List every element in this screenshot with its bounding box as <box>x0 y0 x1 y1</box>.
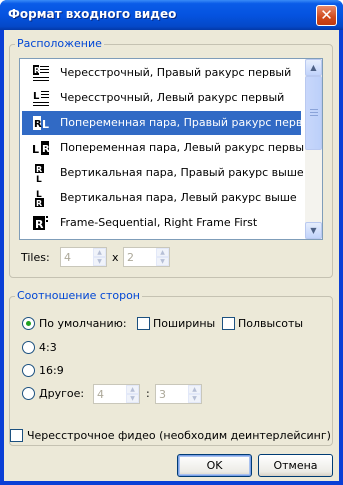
arrow-down-icon: ▼ <box>97 258 102 265</box>
list-item[interactable]: L R Вертикальная пара, Левый ракурс выше <box>22 186 301 210</box>
aspect-4-3-label[interactable]: 4:3 <box>39 341 57 354</box>
interlaced-label[interactable]: Чересстрочное фидео (необходим деинтерле… <box>27 429 331 442</box>
other-height-up-button[interactable]: ▲ <box>188 385 201 394</box>
aspect-other-radio[interactable] <box>22 387 35 400</box>
list-item-label: Вертикальная пара, Правый ракурс выше <box>60 166 304 179</box>
other-separator: : <box>146 387 150 400</box>
svg-text:L: L <box>32 143 39 156</box>
other-height-spinner[interactable]: 3 ▲ ▼ <box>155 384 202 404</box>
list-item-label: Вертикальная пара, Левый ракурс выше <box>60 191 297 204</box>
cancel-button[interactable]: Отмена <box>258 454 333 477</box>
list-item[interactable]: L R Попеременная пара, Левый ракурс первый <box>22 136 311 160</box>
ok-button[interactable]: OK <box>177 454 252 477</box>
half-width-checkbox[interactable] <box>137 317 150 330</box>
arrow-up-icon: ▲ <box>130 386 135 393</box>
svg-text:R: R <box>36 199 42 207</box>
title-bar[interactable]: Формат входного видео ✕ <box>0 0 343 30</box>
dialog-body: Расположение R Чересстрочный, Правый раку… <box>4 30 339 481</box>
window-title: Формат входного видео <box>8 7 177 21</box>
list-item-label: Чересстрочный, Правый ракурс первый <box>60 66 292 79</box>
other-width-value: 4 <box>97 388 104 401</box>
arrow-down-icon: ▼ <box>160 258 165 265</box>
other-width-up-button[interactable]: ▲ <box>126 385 139 394</box>
arrow-up-icon: ▲ <box>97 249 102 256</box>
alternating-left-icon: LR <box>32 139 50 157</box>
list-item-label: Попеременная пара, Левый ракурс первый <box>60 141 312 154</box>
close-icon: ✕ <box>320 6 333 24</box>
tiles-x-spinner[interactable]: 4 ▲ ▼ <box>60 247 107 267</box>
list-item-label: Frame-Sequential, Right Frame First <box>60 216 258 229</box>
tiles-y-value: 2 <box>127 251 134 264</box>
aspect-default-radio[interactable] <box>22 317 35 330</box>
other-height-value: 3 <box>159 388 166 401</box>
tiles-label: Tiles: <box>21 251 50 264</box>
svg-text:L: L <box>33 91 40 102</box>
other-width-spinner[interactable]: 4 ▲ ▼ <box>93 384 140 404</box>
frame-sequential-icon: R <box>32 214 50 232</box>
arrow-down-icon: ▼ <box>130 395 135 402</box>
aspect-default-label[interactable]: По умолчанию: <box>39 317 127 330</box>
arrow-up-icon: ▲ <box>160 249 165 256</box>
svg-text:R: R <box>34 119 42 130</box>
list-item[interactable]: R Frame-Sequential, Right Frame First <box>22 211 301 235</box>
cancel-button-label: Отмена <box>273 459 318 472</box>
scroll-down-icon: ▼ <box>310 226 317 235</box>
tiles-separator: x <box>112 251 119 264</box>
ok-button-label: OK <box>206 459 223 472</box>
half-width-label[interactable]: Поширины <box>153 317 215 330</box>
interlaced-left-icon: L <box>32 89 50 107</box>
scroll-up-icon: ▲ <box>310 63 317 72</box>
tiles-y-up-button[interactable]: ▲ <box>156 248 169 257</box>
dialog-window: Формат входного видео ✕ Расположение R Че… <box>0 0 343 485</box>
vertical-right-icon: RL <box>32 164 50 185</box>
scroll-down-button[interactable]: ▼ <box>305 222 322 239</box>
placement-legend: Расположение <box>15 37 104 50</box>
tiles-x-up-button[interactable]: ▲ <box>93 248 106 257</box>
list-item-label: Попеременная пара, Правый ракурс первый <box>60 116 319 129</box>
interlaced-right-icon: R <box>32 64 50 82</box>
list-item-label: Чересстрочный, Левый ракурс первый <box>60 91 285 104</box>
svg-text:L: L <box>36 175 42 182</box>
half-height-label[interactable]: Полвысоты <box>238 317 303 330</box>
svg-text:R: R <box>42 144 50 155</box>
svg-text:L: L <box>42 118 49 131</box>
list-scrollbar[interactable]: ▲ ▼ <box>305 59 322 239</box>
svg-text:R: R <box>36 165 42 174</box>
scroll-up-button[interactable]: ▲ <box>305 59 322 76</box>
aspect-16-9-radio[interactable] <box>22 364 35 377</box>
alternating-right-icon: RL <box>32 114 50 132</box>
close-button[interactable]: ✕ <box>316 5 337 26</box>
list-item[interactable]: R L Попеременная пара, Правый ракурс первы… <box>22 111 318 135</box>
aspect-legend: Соотношение сторон <box>15 289 142 302</box>
aspect-16-9-label[interactable]: 16:9 <box>39 364 64 377</box>
aspect-other-label[interactable]: Другое: <box>39 387 84 400</box>
other-width-down-button[interactable]: ▼ <box>126 394 139 403</box>
window-frame-bottom <box>0 481 343 485</box>
aspect-4-3-radio[interactable] <box>22 341 35 354</box>
placement-list[interactable]: R Чересстрочный, Правый ракурс первый L Чер… <box>19 58 323 240</box>
tiles-x-down-button[interactable]: ▼ <box>93 257 106 266</box>
interlaced-checkbox[interactable] <box>10 429 23 442</box>
tiles-y-down-button[interactable]: ▼ <box>156 257 169 266</box>
svg-text:R: R <box>35 218 44 231</box>
list-item[interactable]: R L Вертикальная пара, Правый ракурс выше <box>22 161 304 185</box>
vertical-left-icon: LR <box>32 189 50 208</box>
other-height-down-button[interactable]: ▼ <box>188 394 201 403</box>
svg-text:R: R <box>34 66 40 75</box>
tiles-x-value: 4 <box>64 251 71 264</box>
arrow-down-icon: ▼ <box>192 395 197 402</box>
list-item[interactable]: L Чересстрочный, Левый ракурс первый <box>22 86 301 110</box>
scroll-thumb[interactable] <box>305 76 322 150</box>
tiles-y-spinner[interactable]: 2 ▲ ▼ <box>123 247 170 267</box>
list-item[interactable]: R Чересстрочный, Правый ракурс первый <box>22 61 301 85</box>
half-height-checkbox[interactable] <box>222 317 235 330</box>
arrow-up-icon: ▲ <box>192 386 197 393</box>
